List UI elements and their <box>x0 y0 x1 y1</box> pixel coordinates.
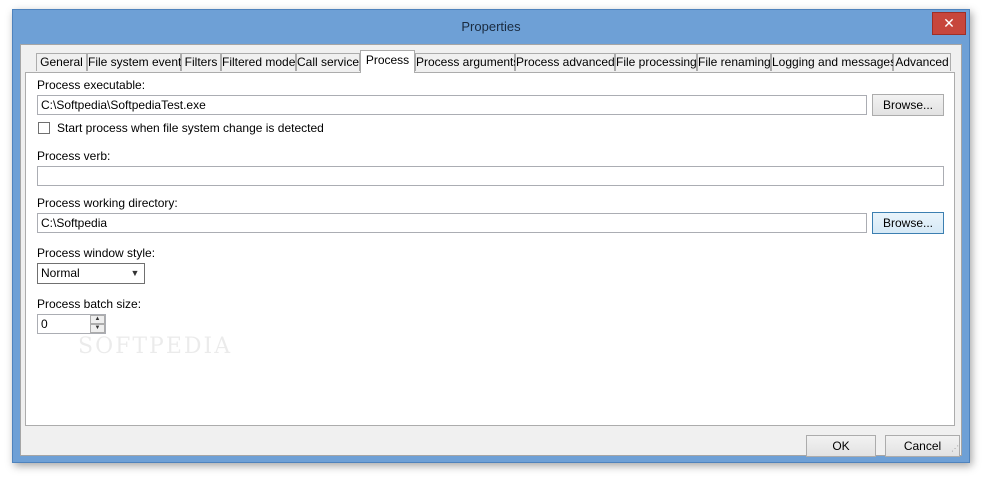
close-button[interactable]: ✕ <box>932 12 966 35</box>
softpedia-watermark: SOFTPEDIA <box>78 334 233 359</box>
process-tab-panel: SOFTPEDIA Process executable: C:\Softped… <box>25 72 955 426</box>
browse-directory-button[interactable]: Browse... <box>872 212 944 234</box>
process-verb-label: Process verb: <box>37 149 111 163</box>
tab-process[interactable]: Process <box>360 50 415 73</box>
working-directory-label: Process working directory: <box>37 196 178 210</box>
chevron-down-icon[interactable]: ▼ <box>128 266 142 281</box>
tab-process-advanced[interactable]: Process advanced <box>515 53 615 71</box>
batch-size-stepper[interactable]: 0 ▲ ▼ <box>37 314 106 334</box>
process-executable-label: Process executable: <box>37 78 146 92</box>
cancel-button[interactable]: Cancel <box>885 435 960 457</box>
start-on-change-label[interactable]: Start process when file system change is… <box>57 121 324 135</box>
browse-executable-button[interactable]: Browse... <box>872 94 944 116</box>
arrow-down-icon[interactable]: ▼ <box>90 324 105 333</box>
start-on-change-checkbox[interactable] <box>38 122 50 134</box>
window-title: Properties <box>461 19 521 34</box>
tab-logging-and-messages[interactable]: Logging and messages <box>771 53 896 71</box>
tab-call-service[interactable]: Call service <box>296 53 360 71</box>
tab-process-arguments[interactable]: Process arguments <box>415 53 519 71</box>
tab-filtered-mode[interactable]: Filtered mode <box>221 53 296 71</box>
title-bar[interactable]: Properties ✕ <box>13 10 969 44</box>
resize-grip-icon[interactable]: ⋰ <box>951 445 959 453</box>
batch-size-value[interactable]: 0 <box>41 317 48 331</box>
tab-file-renaming[interactable]: File renaming <box>697 53 771 71</box>
tab-general[interactable]: General <box>36 53 87 71</box>
tab-strip: General File system events Filters Filte… <box>26 50 956 73</box>
tab-filters[interactable]: Filters <box>181 53 221 71</box>
arrow-up-icon[interactable]: ▲ <box>90 315 105 324</box>
ok-button[interactable]: OK <box>806 435 876 457</box>
properties-window: Properties ✕ General File system events … <box>12 9 970 463</box>
window-style-label: Process window style: <box>37 246 156 260</box>
window-style-value: Normal <box>41 266 80 280</box>
process-executable-field[interactable]: C:\Softpedia\SoftpediaTest.exe <box>37 95 867 115</box>
tab-file-processing[interactable]: File processing <box>615 53 697 71</box>
dialog-client-area: General File system events Filters Filte… <box>20 44 962 457</box>
tab-advanced[interactable]: Advanced <box>893 53 951 71</box>
spin-buttons: ▲ ▼ <box>90 315 105 333</box>
working-directory-field[interactable]: C:\Softpedia <box>37 213 867 233</box>
batch-size-label: Process batch size: <box>37 297 142 311</box>
close-icon: ✕ <box>943 15 955 31</box>
window-style-dropdown[interactable]: Normal ▼ <box>37 263 145 284</box>
tab-file-system-events[interactable]: File system events <box>87 53 187 71</box>
process-verb-field[interactable] <box>37 166 944 186</box>
